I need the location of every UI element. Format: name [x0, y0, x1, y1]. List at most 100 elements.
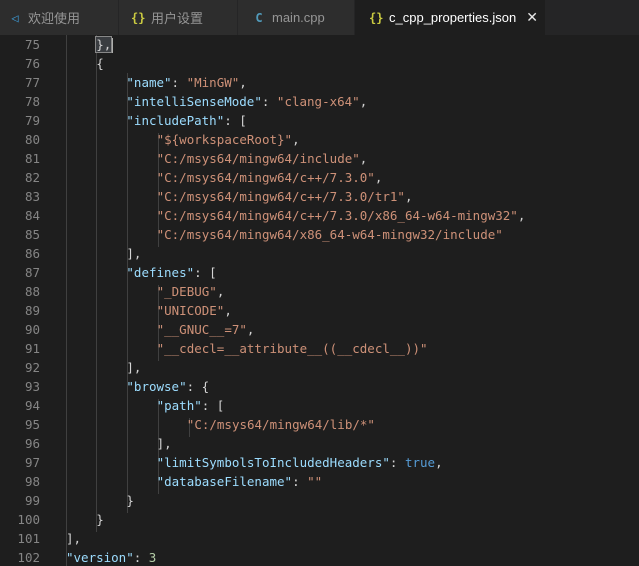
code-token: 3	[148, 550, 157, 565]
code-text: ],	[126, 358, 141, 377]
code-line: 89 "UNICODE",	[0, 301, 639, 320]
line-number: 77	[24, 75, 40, 90]
code-text: "C:/msys64/mingw64/c++/7.3.0/tr1",	[157, 187, 413, 206]
code-token: "C:/msys64/mingw64/c++/7.3.0/x86_64-w64-…	[156, 208, 518, 223]
code-token: {	[96, 56, 104, 71]
code-line: 84 "C:/msys64/mingw64/c++/7.3.0/x86_64-w6…	[0, 206, 639, 225]
json-braces-icon: {}	[131, 10, 146, 25]
line-number: 100	[17, 512, 40, 527]
code-text: "databaseFilename": ""	[157, 472, 323, 491]
code-line: 95 "C:/msys64/mingw64/lib/*"	[0, 415, 639, 434]
code-token: :	[133, 550, 149, 565]
line-number: 94	[24, 398, 40, 413]
code-line: 90 "__GNUC__=7",	[0, 320, 639, 339]
close-icon[interactable]: ✕	[526, 10, 538, 26]
code-token: "${workspaceRoot}"	[156, 132, 293, 147]
line-number: 101	[17, 531, 40, 546]
tab-label: 欢迎使用	[28, 11, 81, 26]
line-number: 89	[24, 303, 40, 318]
line-number: 102	[17, 550, 40, 565]
code-text: {	[96, 54, 104, 73]
code-line: 86],	[0, 244, 639, 263]
code-text: "limitSymbolsToIncludedHeaders": true,	[157, 453, 443, 472]
code-token: "UNICODE"	[156, 303, 225, 318]
vscode-logo-icon: ◁	[11, 10, 19, 25]
cpp-file-icon: C	[255, 10, 263, 25]
tab-main-cpp[interactable]: C main.cpp	[238, 0, 354, 35]
code-token: ,	[435, 455, 443, 470]
code-token: },	[95, 36, 113, 53]
tab-c-cpp-properties-json[interactable]: {} c_cpp_properties.json ✕	[355, 0, 545, 35]
code-text: "_DEBUG",	[157, 282, 225, 301]
code-line: 76 {	[0, 54, 639, 73]
tab-label: 用户设置	[151, 11, 204, 26]
code-token: ],	[126, 360, 142, 375]
code-token: "__cdecl=__attribute__((__cdecl__))"	[156, 341, 428, 356]
code-token: : {	[186, 379, 210, 394]
line-number: 97	[24, 455, 40, 470]
code-token: "version"	[66, 550, 134, 565]
line-number: 92	[24, 360, 40, 375]
code-line: 83 "C:/msys64/mingw64/c++/7.3.0/tr1",	[0, 187, 639, 206]
code-text: ],	[157, 434, 172, 453]
code-token: "browse"	[126, 379, 187, 394]
code-line: 81 "C:/msys64/mingw64/include",	[0, 149, 639, 168]
code-line: 101],	[0, 529, 639, 548]
code-token: ,	[292, 132, 300, 147]
code-text: ],	[126, 244, 141, 263]
code-line: 98 "databaseFilename": ""	[0, 472, 639, 491]
code-token: "_DEBUG"	[156, 284, 217, 299]
code-text: "UNICODE",	[157, 301, 232, 320]
code-token: "limitSymbolsToIncludedHeaders"	[156, 455, 390, 470]
code-token: ,	[359, 151, 368, 166]
tab-bar: ◁ 欢迎使用 {} 用户设置 C main.cpp {} c_cpp_prope…	[0, 0, 639, 35]
code-token: ,	[224, 303, 232, 318]
code-token: true	[404, 455, 436, 470]
code-text: "C:/msys64/mingw64/x86_64-w64-mingw32/in…	[157, 225, 503, 244]
code-token: :	[171, 75, 187, 90]
code-line: 78 "intelliSenseMode": "clang-x64",	[0, 92, 639, 111]
code-token: : [	[224, 113, 247, 128]
code-text: "__GNUC__=7",	[157, 320, 255, 339]
code-editor[interactable]: 75}, 76 {77 "name": "MinGW", 78 "intelliSense…	[0, 35, 639, 566]
code-line: 85 "C:/msys64/mingw64/x86_64-w64-mingw32/…	[0, 225, 639, 244]
code-text: "C:/msys64/mingw64/lib/*"	[187, 415, 375, 434]
line-number: 84	[24, 208, 40, 223]
line-number: 81	[24, 151, 40, 166]
code-line: 79 "includePath": [	[0, 111, 639, 130]
code-line: 93 "browse": {	[0, 377, 639, 396]
tab-user-settings[interactable]: {} 用户设置	[119, 0, 237, 35]
code-token: "MinGW"	[186, 75, 240, 90]
text-cursor	[111, 38, 114, 53]
tab-welcome[interactable]: ◁ 欢迎使用	[0, 0, 118, 35]
line-number: 93	[24, 379, 40, 394]
code-line: 82 "C:/msys64/mingw64/c++/7.3.0",	[0, 168, 639, 187]
code-token: "includePath"	[126, 113, 225, 128]
code-token: ,	[239, 75, 247, 90]
code-text: "includePath": [	[126, 111, 246, 130]
code-token: "C:/msys64/mingw64/c++/7.3.0"	[156, 170, 375, 185]
line-number: 91	[24, 341, 40, 356]
code-token: :	[389, 455, 405, 470]
code-line: 99}	[0, 491, 639, 510]
code-text: "version": 3	[66, 548, 156, 566]
code-token: ""	[307, 474, 323, 489]
code-token: "databaseFilename"	[156, 474, 293, 489]
code-line: 91 "__cdecl=__attribute__((__cdecl__))"	[0, 339, 639, 358]
line-number: 79	[24, 113, 40, 128]
code-line: 77 "name": "MinGW",	[0, 73, 639, 92]
code-token: "name"	[126, 75, 172, 90]
code-line: 102 "version": 3	[0, 548, 639, 566]
code-text: "__cdecl=__attribute__((__cdecl__))"	[157, 339, 428, 358]
code-text: "C:/msys64/mingw64/c++/7.3.0",	[157, 168, 383, 187]
code-line: 97 "limitSymbolsToIncludedHeaders": true,	[0, 453, 639, 472]
code-line: 92],	[0, 358, 639, 377]
code-token: "C:/msys64/mingw64/c++/7.3.0/tr1"	[156, 189, 405, 204]
line-number: 83	[24, 189, 40, 204]
code-text: "C:/msys64/mingw64/include",	[157, 149, 368, 168]
line-number: 95	[24, 417, 40, 432]
code-text: },	[95, 35, 114, 54]
line-number: 80	[24, 132, 40, 147]
code-line: 94 "path": [	[0, 396, 639, 415]
code-text: "C:/msys64/mingw64/c++/7.3.0/x86_64-w64-…	[157, 206, 526, 225]
